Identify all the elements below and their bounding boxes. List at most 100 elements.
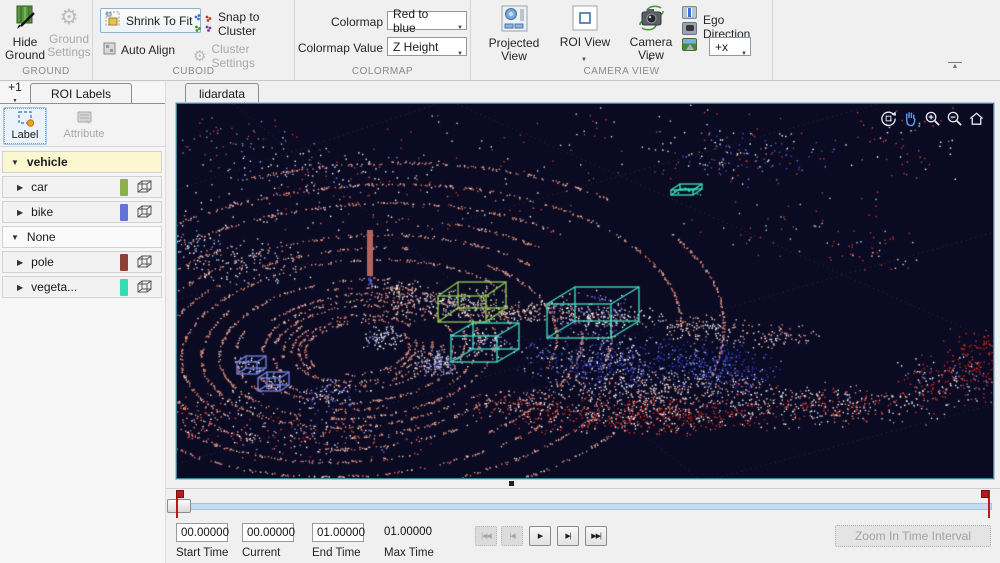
ego-top-view-icon[interactable] xyxy=(682,6,697,19)
shrink-to-fit-label: Shrink To Fit xyxy=(126,14,192,28)
horizontal-splitter[interactable] xyxy=(176,480,994,488)
max-time-label: Max Time xyxy=(384,547,434,559)
camera-view-section-label: CAMERA VIEW xyxy=(471,66,772,77)
ego-chase-view-icon[interactable] xyxy=(682,22,697,35)
start-time-input[interactable]: 00.00000 xyxy=(176,523,228,542)
previous-frame-button[interactable]: |◀ xyxy=(501,526,523,546)
start-time-value: 00.00000 xyxy=(181,527,229,539)
cuboid-type-icon xyxy=(136,179,153,195)
roi-view-button[interactable]: ROI View xyxy=(557,5,613,49)
label-group-none[interactable]: ▼ None xyxy=(2,226,162,248)
tab-roi-labels[interactable]: ROI Labels xyxy=(30,83,132,103)
gear-icon: ⚙ xyxy=(193,47,206,65)
ground-settings-button[interactable]: ⚙ Ground Settings xyxy=(47,5,91,59)
pan-icon[interactable] xyxy=(902,110,919,127)
play-button[interactable]: ▶ xyxy=(529,526,551,546)
label-button[interactable]: Label xyxy=(3,107,47,145)
label-button-label: Label xyxy=(4,129,46,141)
snap-to-cluster-button[interactable]: Snap to Cluster xyxy=(193,10,294,38)
shrink-to-fit-button[interactable]: Shrink To Fit xyxy=(100,8,201,33)
ego-direction-value: +x xyxy=(715,40,728,54)
projected-view-label: Projected View xyxy=(479,37,549,63)
collapse-ribbon-button[interactable]: ▲ xyxy=(948,62,962,70)
chevron-down-icon xyxy=(457,18,463,32)
next-frame-button[interactable]: ▶| xyxy=(557,526,579,546)
current-time-input[interactable]: 00.00000 xyxy=(242,523,294,542)
first-frame-icon: |◀◀ xyxy=(481,532,491,540)
current-time-value: 00.00000 xyxy=(247,527,295,539)
chevron-expanded-icon[interactable]: ▼ xyxy=(11,233,19,242)
tab-lidardata[interactable]: lidardata xyxy=(185,83,259,103)
home-icon[interactable] xyxy=(968,110,985,127)
label-name: car xyxy=(31,180,48,194)
ground-settings-label: Ground Settings xyxy=(47,33,91,59)
zoom-in-icon[interactable] xyxy=(924,110,941,127)
chevron-down-icon[interactable] xyxy=(581,57,587,63)
first-frame-button[interactable]: |◀◀ xyxy=(475,526,497,546)
end-time-flag[interactable] xyxy=(984,490,995,520)
zoom-in-time-interval-button[interactable]: Zoom In Time Interval xyxy=(835,525,991,547)
lidardata-tab-label: lidardata xyxy=(199,87,245,101)
label-name: bike xyxy=(31,205,53,219)
label-color-swatch[interactable] xyxy=(120,279,128,296)
group-name: vehicle xyxy=(27,155,68,169)
left-tabstrip: +1 ROI Labels xyxy=(0,82,165,103)
label-color-swatch[interactable] xyxy=(120,179,128,196)
cuboid-type-icon xyxy=(136,279,153,295)
point-cloud-view xyxy=(176,103,994,479)
main-tabstrip: lidardata xyxy=(176,82,994,103)
label-toolbar: Label Attribute xyxy=(0,103,165,147)
ground-section-label: GROUND xyxy=(0,66,92,77)
colormap-select[interactable]: Red to blue xyxy=(387,11,467,30)
label-item-vegetation[interactable]: ▶ vegeta... xyxy=(2,276,162,298)
projected-view-button[interactable]: Projected View xyxy=(479,5,549,63)
label-item-car[interactable]: ▶ car xyxy=(2,176,162,198)
auto-align-button[interactable]: Auto Align xyxy=(103,42,175,58)
time-slider-track[interactable] xyxy=(170,503,992,510)
label-item-pole[interactable]: ▶ pole xyxy=(2,251,162,273)
previous-frame-icon: |◀ xyxy=(509,532,514,540)
end-time-input[interactable]: 01.00000 xyxy=(312,523,364,542)
end-time-value: 01.00000 xyxy=(317,527,365,539)
play-icon: ▶ xyxy=(538,532,542,540)
camera-view-button[interactable]: Camera View xyxy=(619,5,683,62)
zoom-out-icon[interactable] xyxy=(946,110,963,127)
chevron-down-icon[interactable] xyxy=(647,57,653,63)
lidar-labeler-window: Hide Ground ⚙ Ground Settings GROUND Shr… xyxy=(0,0,1000,563)
point-cloud-canvas[interactable] xyxy=(177,104,993,478)
chevron-collapsed-icon[interactable]: ▶ xyxy=(17,183,23,192)
attribute-button[interactable]: Attribute xyxy=(56,107,112,145)
colormap-section-label: COLORMAP xyxy=(295,66,470,77)
label-group-vehicle[interactable]: ▼ vehicle xyxy=(2,151,162,173)
chevron-expanded-icon[interactable]: ▼ xyxy=(11,158,19,167)
start-time-flag[interactable] xyxy=(172,490,183,520)
add-tab-label: +1 xyxy=(3,82,27,93)
chevron-collapsed-icon[interactable]: ▶ xyxy=(17,258,23,267)
ego-front-view-icon[interactable] xyxy=(682,38,697,51)
rotate-3d-icon[interactable] xyxy=(880,110,897,127)
last-frame-button[interactable]: ▶▶| xyxy=(585,526,607,546)
label-color-swatch[interactable] xyxy=(120,254,128,271)
roi-view-icon xyxy=(572,20,598,34)
snap-to-cluster-label: Snap to Cluster xyxy=(218,10,294,38)
roi-view-label: ROI View xyxy=(557,36,613,49)
colormap-label: Colormap xyxy=(295,15,383,29)
label-item-bike[interactable]: ▶ bike xyxy=(2,201,162,223)
end-time-label: End Time xyxy=(312,547,361,559)
shrink-to-fit-icon xyxy=(105,11,121,30)
colormap-value-select[interactable]: Z Height xyxy=(387,37,467,56)
splitter-handle[interactable] xyxy=(509,481,514,486)
label-color-swatch[interactable] xyxy=(120,204,128,221)
chevron-collapsed-icon[interactable]: ▶ xyxy=(17,208,23,217)
start-time-label: Start Time xyxy=(176,547,228,559)
attribute-icon xyxy=(56,108,112,128)
group-name: None xyxy=(27,230,56,244)
ego-direction-select[interactable]: +x xyxy=(709,37,751,56)
hide-ground-button[interactable]: Hide Ground xyxy=(4,5,46,62)
hide-ground-icon xyxy=(12,20,38,34)
chevron-collapsed-icon[interactable]: ▶ xyxy=(17,283,23,292)
current-time-label: Current xyxy=(242,547,280,559)
label-icon xyxy=(4,109,46,129)
colormap-value-label: Colormap Value xyxy=(295,41,383,55)
cuboid-section-label: CUBOID xyxy=(93,66,294,77)
